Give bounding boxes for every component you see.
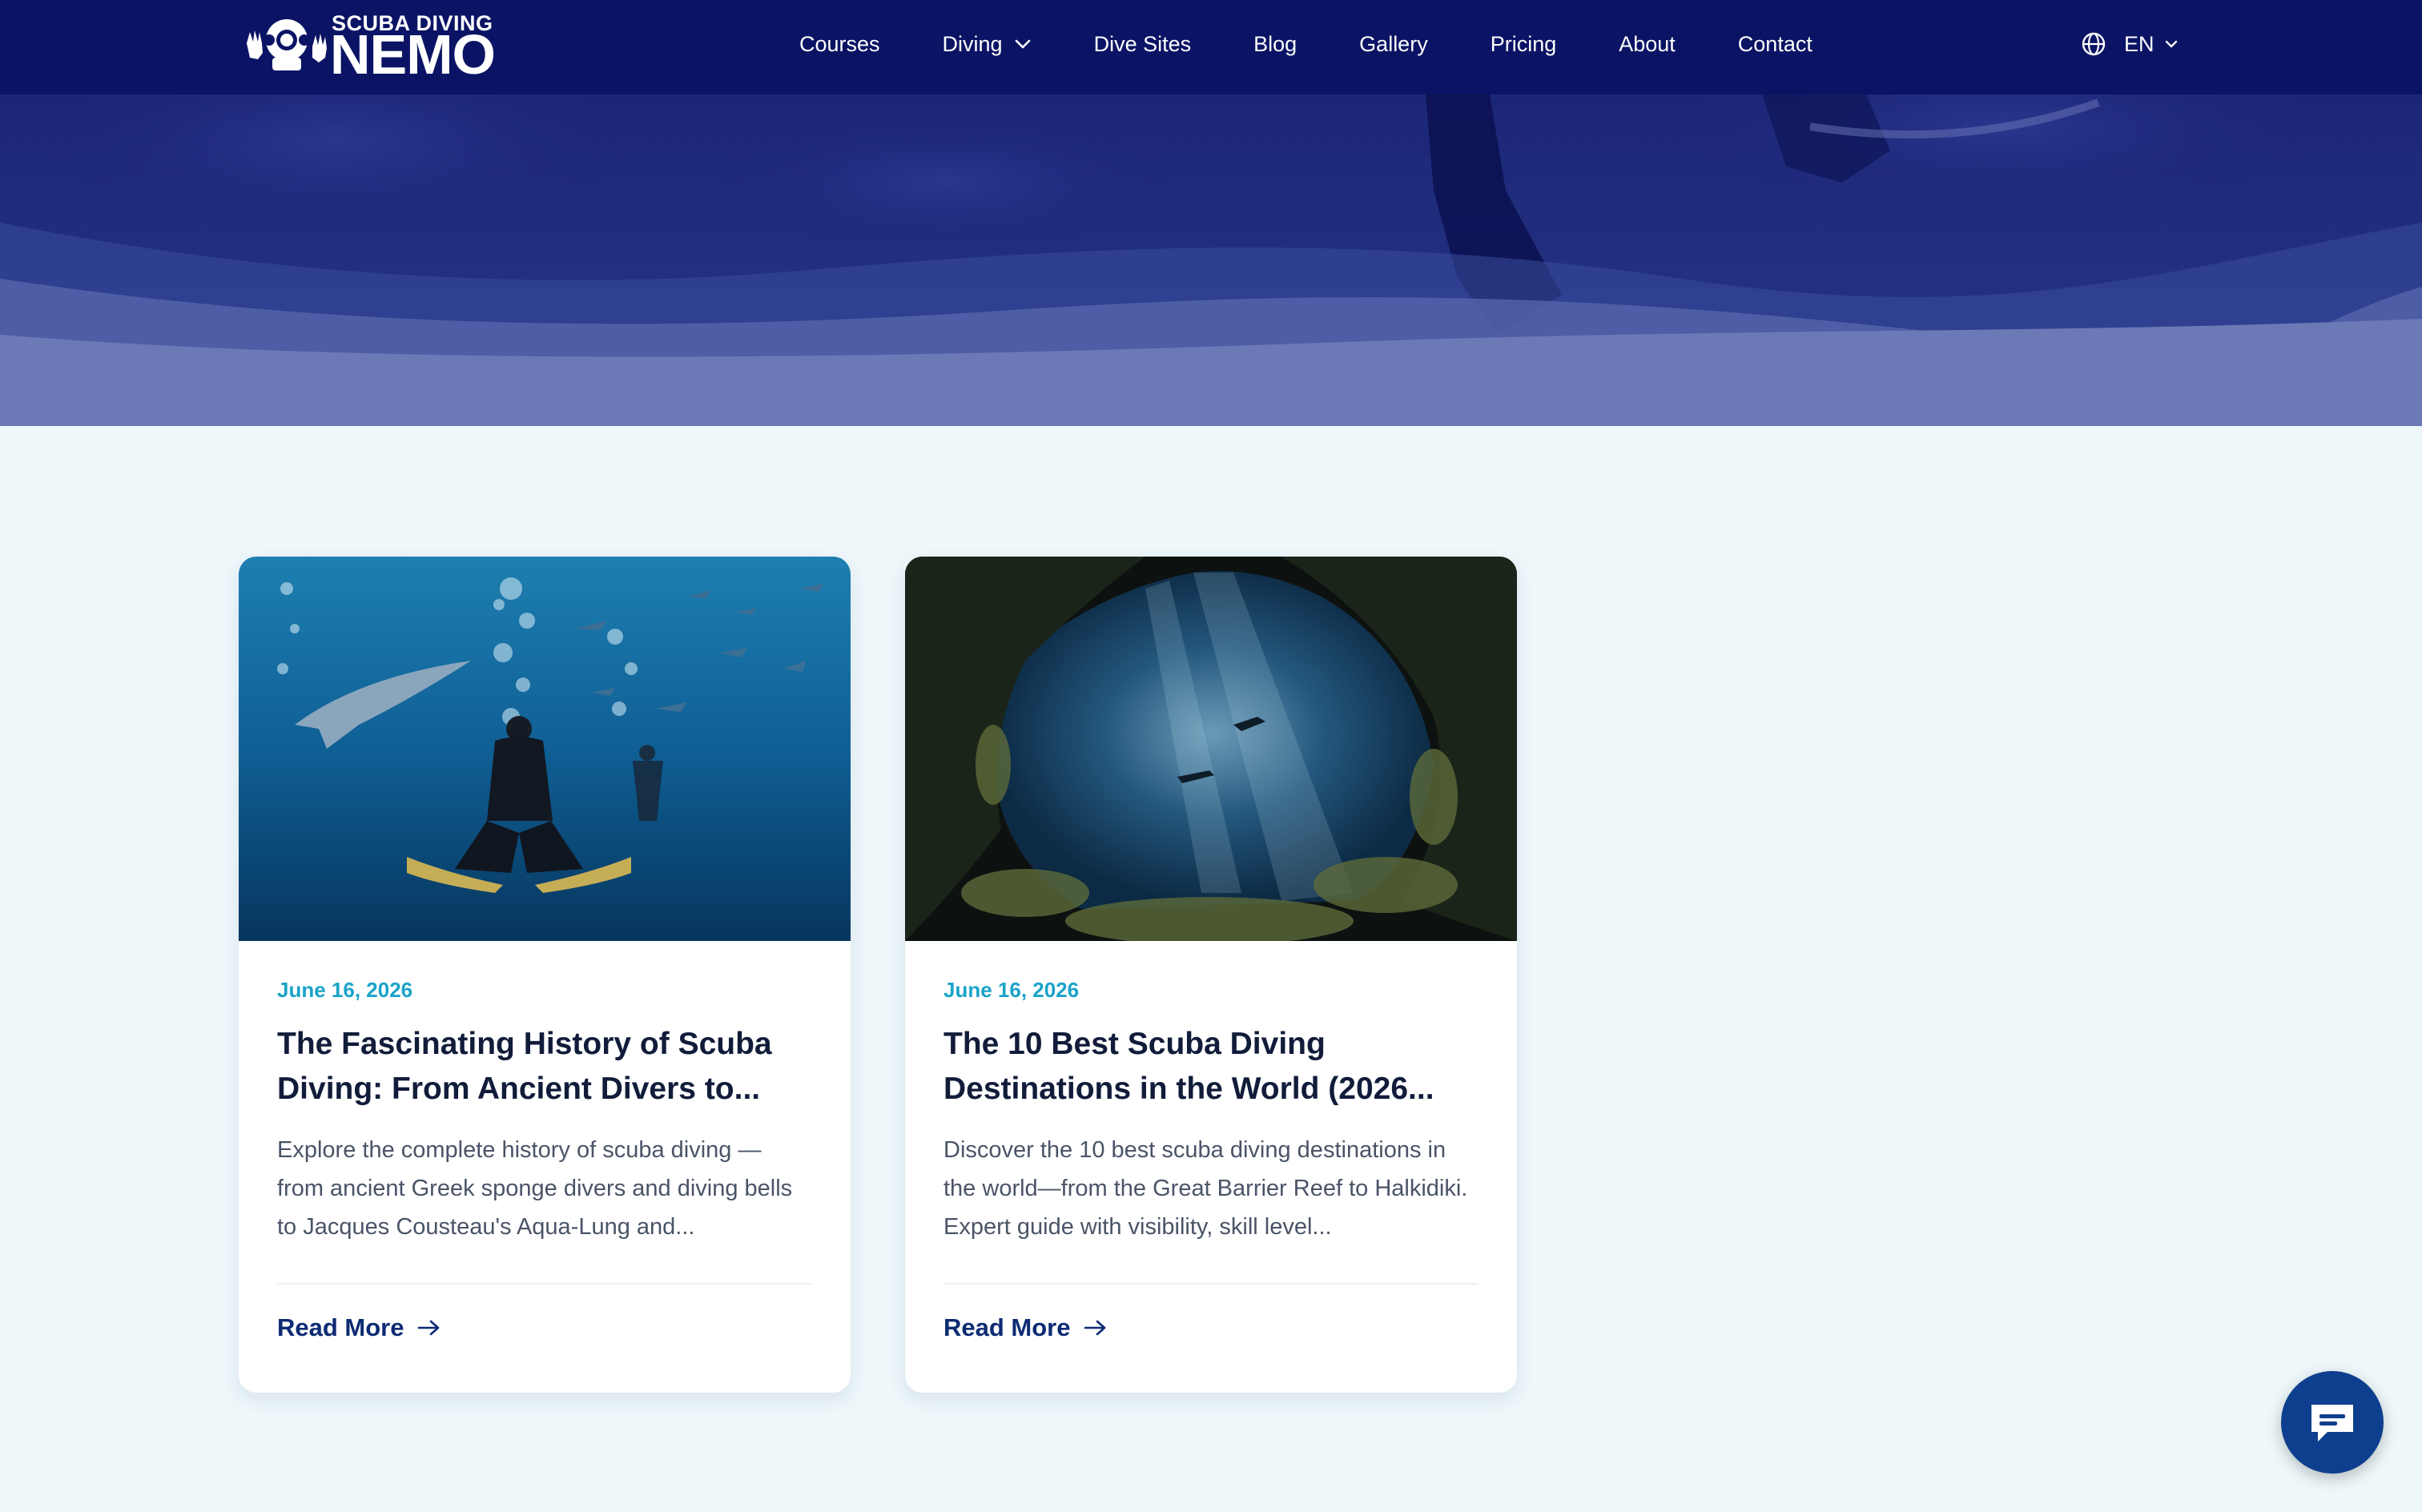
diving-helmet-logo-icon <box>247 19 327 70</box>
main-nav: Courses Diving Dive Sites Blog Gallery P… <box>799 0 1812 88</box>
read-more-link[interactable]: Read More <box>277 1313 812 1342</box>
nav-item-diving[interactable]: Diving <box>943 32 1032 57</box>
diver-with-fish-photo[interactable] <box>239 557 851 941</box>
logo-wordmark: NEMO <box>330 23 496 86</box>
post-date: June 16, 2026 <box>277 978 413 1002</box>
arrow-right-icon <box>1084 1320 1106 1336</box>
nav-item-about[interactable]: About <box>1619 32 1676 57</box>
nav-item-dive-sites[interactable]: Dive Sites <box>1094 32 1192 57</box>
read-more-link[interactable]: Read More <box>943 1313 1479 1342</box>
language-selector[interactable]: EN <box>2081 0 2179 88</box>
hero-background-image <box>0 94 2422 426</box>
post-title[interactable]: The 10 Best Scuba Diving Destinations in… <box>943 1022 1479 1112</box>
card-divider <box>277 1283 812 1285</box>
nav-item-courses[interactable]: Courses <box>799 32 880 57</box>
globe-icon <box>2082 32 2106 56</box>
nav-item-blog[interactable]: Blog <box>1253 32 1297 57</box>
card-divider <box>943 1283 1479 1285</box>
post-excerpt: Discover the 10 best scuba diving destin… <box>943 1137 1468 1240</box>
nav-item-gallery[interactable]: Gallery <box>1359 32 1428 57</box>
nav-item-diving-label: Diving <box>942 31 1003 56</box>
site-header: SCUBA DIVING NEMO Courses Diving Dive Si… <box>0 0 2422 94</box>
hero-banner <box>0 94 2422 426</box>
language-label: EN <box>2124 31 2154 56</box>
read-more-label: Read More <box>943 1313 1071 1341</box>
post-date: June 16, 2026 <box>943 978 1080 1002</box>
nav-item-pricing[interactable]: Pricing <box>1491 32 1557 57</box>
nav-item-contact[interactable]: Contact <box>1738 32 1812 57</box>
blog-card-body: June 16, 2026 The Fascinating History of… <box>277 941 812 1342</box>
blog-card-body: June 16, 2026 The 10 Best Scuba Diving D… <box>943 941 1479 1342</box>
chevron-down-icon <box>1015 39 1030 49</box>
chevron-down-icon <box>2165 40 2177 48</box>
blog-card[interactable]: June 16, 2026 The Fascinating History of… <box>239 557 851 1393</box>
site-logo[interactable]: SCUBA DIVING NEMO <box>242 8 498 86</box>
underwater-cave-photo[interactable] <box>905 557 1517 941</box>
blog-card[interactable]: June 16, 2026 The 10 Best Scuba Diving D… <box>905 557 1517 1393</box>
arrow-right-icon <box>418 1320 440 1336</box>
post-title[interactable]: The Fascinating History of Scuba Diving:… <box>277 1022 812 1112</box>
chat-bubble-icon <box>2311 1405 2353 1442</box>
read-more-label: Read More <box>277 1313 404 1341</box>
chat-button[interactable] <box>2281 1371 2384 1474</box>
post-excerpt: Explore the complete history of scuba di… <box>277 1137 793 1240</box>
